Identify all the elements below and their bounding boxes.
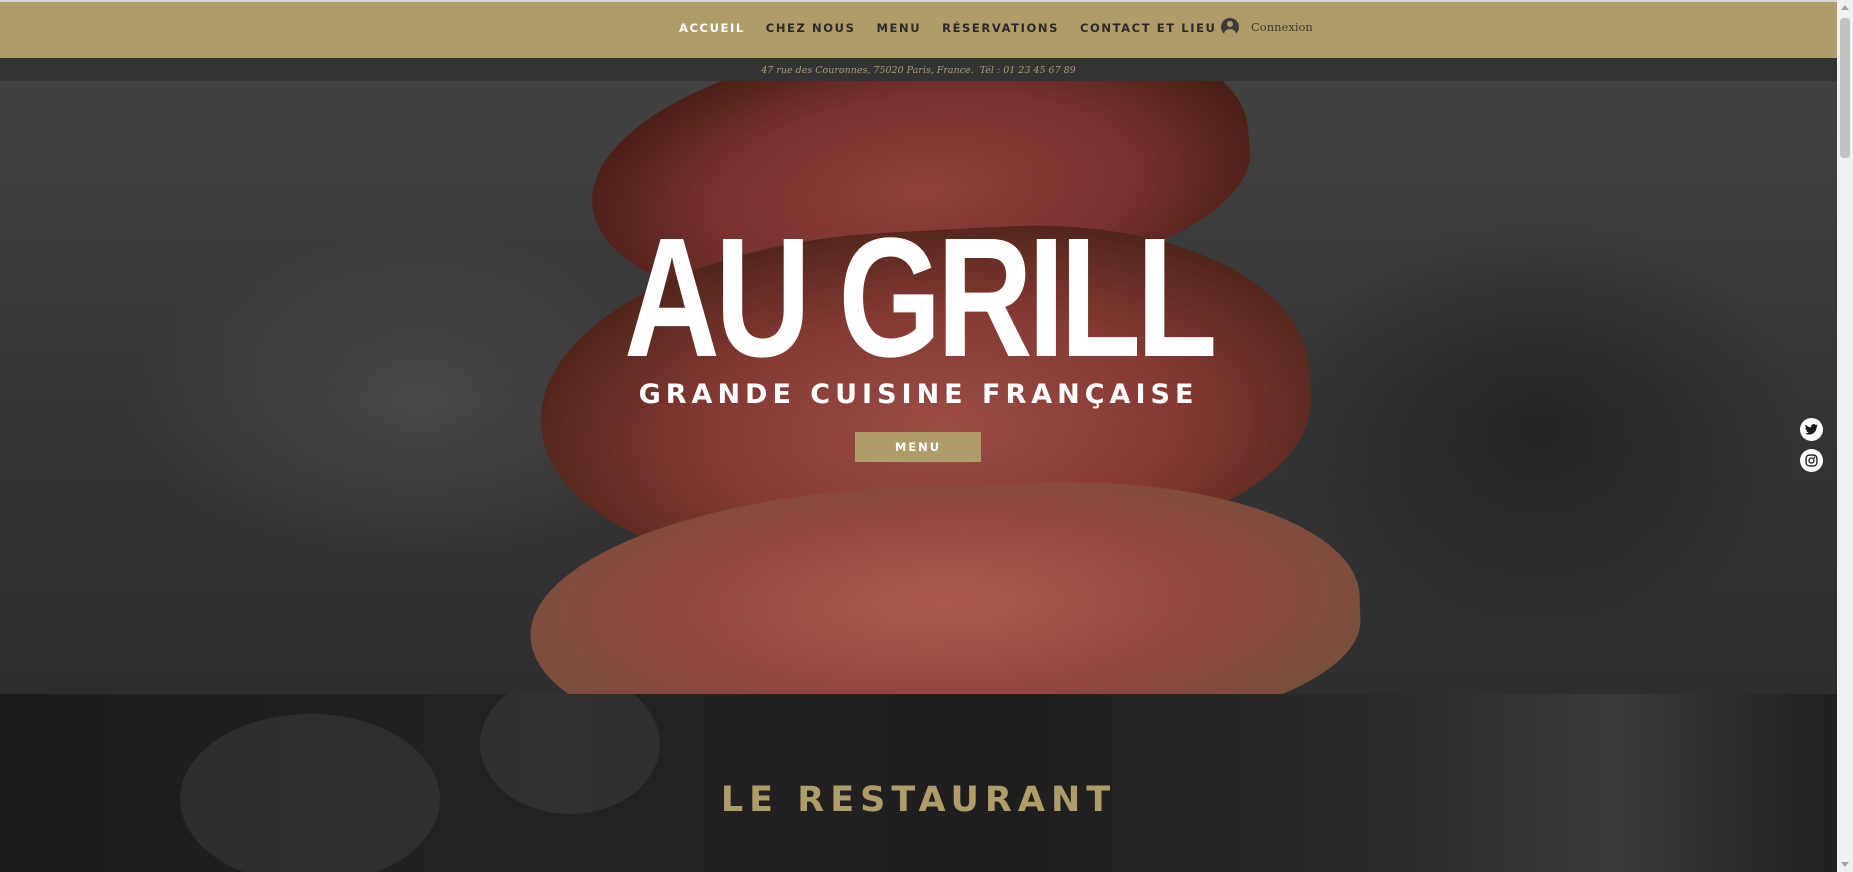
social-bar [1800,418,1823,472]
address-text: 47 rue des Couronnes, 75020 Paris, Franc… [761,65,1076,76]
main-nav: ACCUEIL CHEZ NOUS MENU RÉSERVATIONS CONT… [679,21,1237,35]
login-label: Connexion [1251,20,1313,34]
site-header: ACCUEIL CHEZ NOUS MENU RÉSERVATIONS CONT… [0,0,1837,58]
user-avatar-icon [1221,18,1239,36]
scroll-up-arrow-icon[interactable] [1841,5,1849,10]
scrollbar-thumb[interactable] [1840,18,1850,158]
nav-menu[interactable]: MENU [876,21,921,35]
nav-reservations[interactable]: RÉSERVATIONS [942,21,1059,35]
twitter-icon[interactable] [1800,418,1823,441]
nav-contact-et-lieu[interactable]: CONTACT ET LIEU [1080,21,1216,35]
nav-chez-nous[interactable]: CHEZ NOUS [766,21,856,35]
restaurant-section: LE RESTAURANT [0,694,1837,872]
hero-title: AU GRILL [624,203,1217,393]
scroll-down-arrow-icon[interactable] [1841,862,1849,867]
nav-accueil[interactable]: ACCUEIL [679,21,745,35]
section-title: LE RESTAURANT [720,780,1117,820]
instagram-icon[interactable] [1800,449,1823,472]
menu-button[interactable]: MENU [855,432,981,462]
hero-subtitle: GRANDE CUISINE FRANÇAISE [638,379,1199,410]
hero-section: AU GRILL GRANDE CUISINE FRANÇAISE MENU [0,81,1837,694]
login-button[interactable]: Connexion [1221,18,1313,36]
page-scrollbar[interactable] [1837,0,1853,872]
address-bar: 47 rue des Couronnes, 75020 Paris, Franc… [0,58,1837,81]
